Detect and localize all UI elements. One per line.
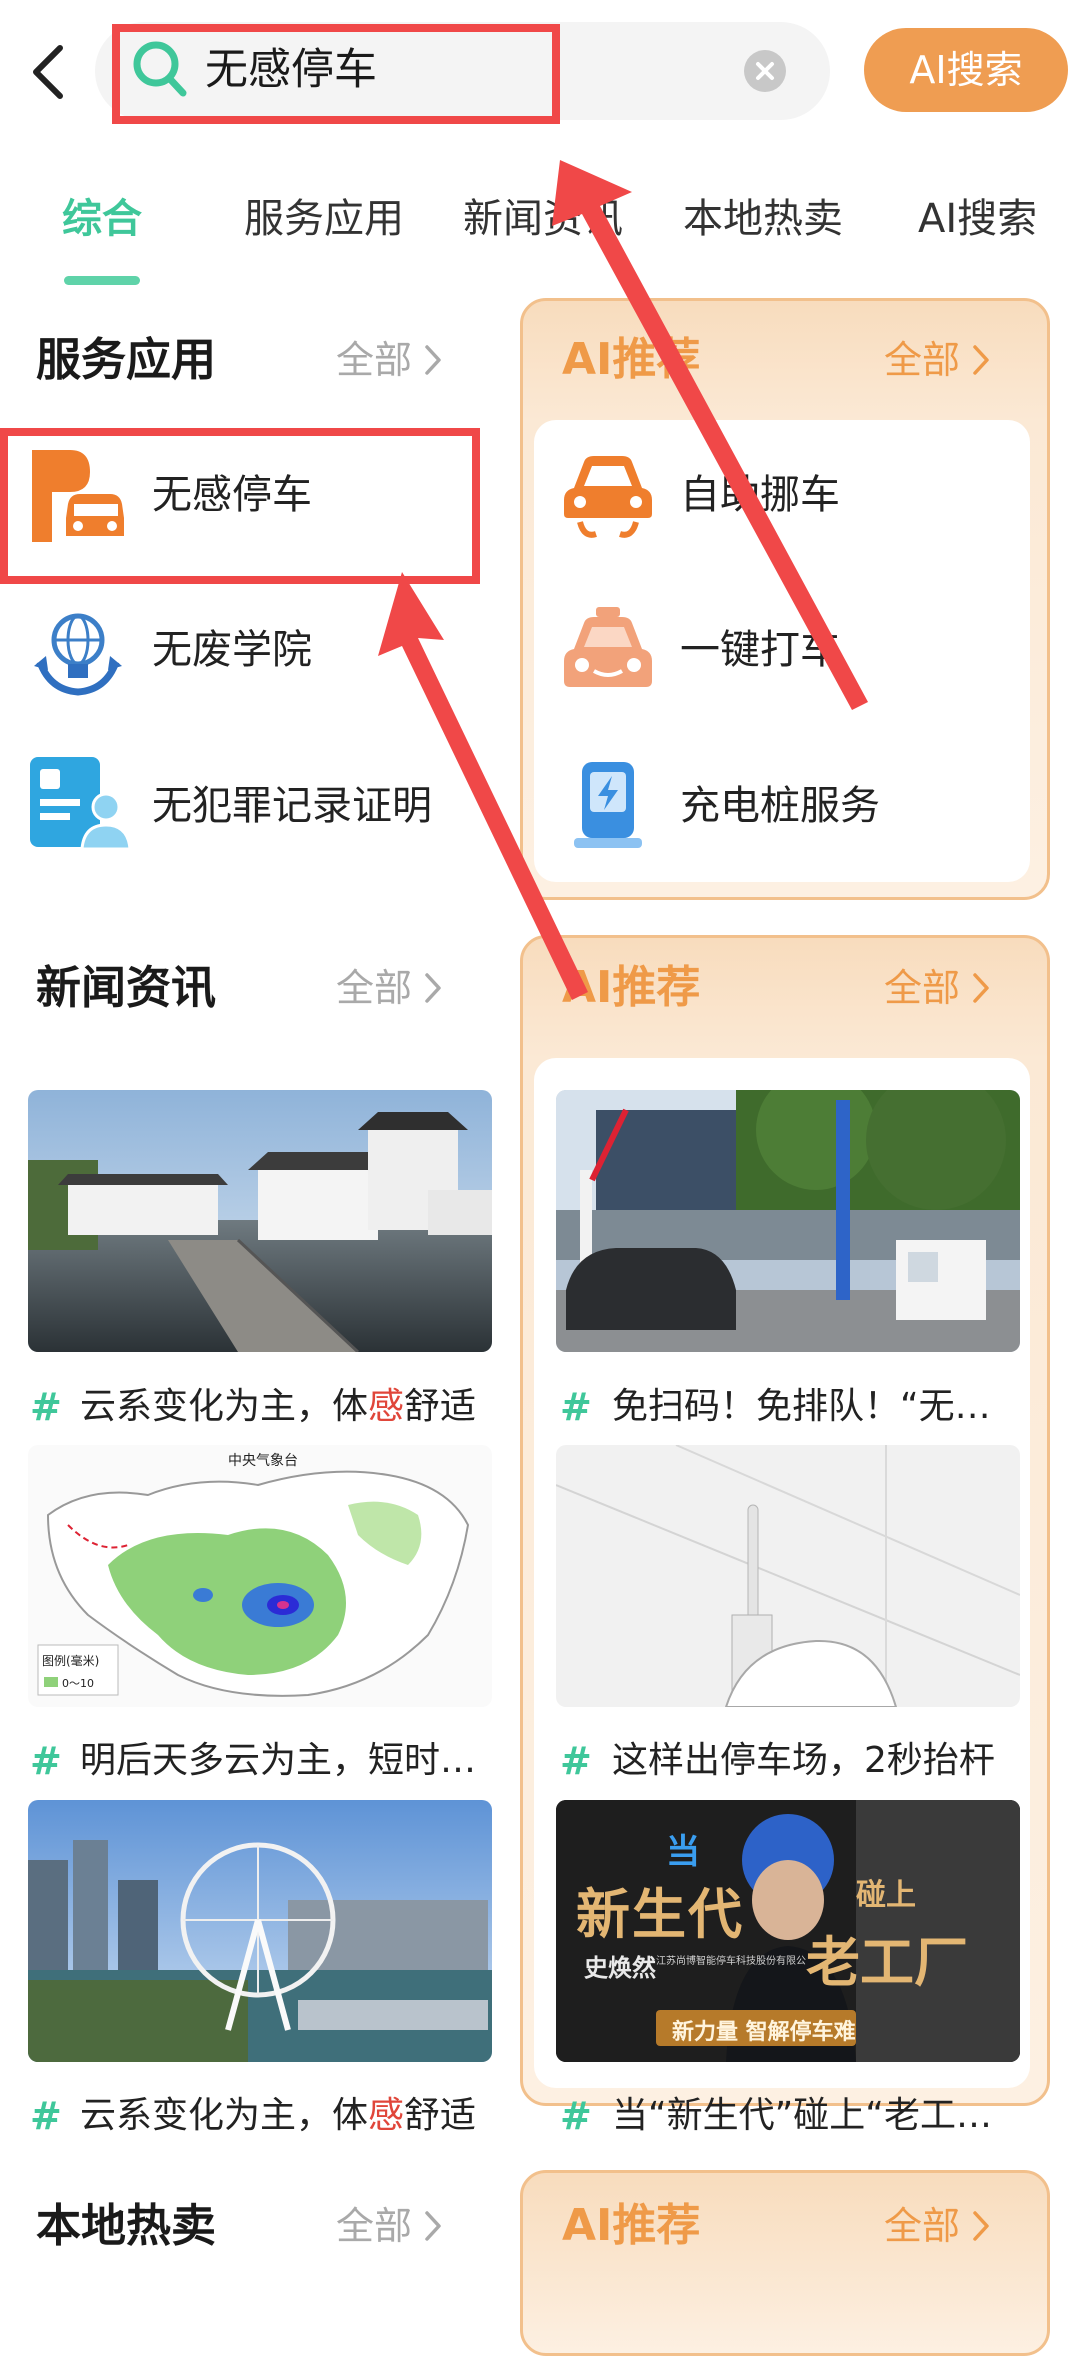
arrow-to-parking-icon xyxy=(378,572,588,1000)
arrow-to-search-icon xyxy=(552,160,868,710)
annotation-arrows xyxy=(378,160,868,1000)
